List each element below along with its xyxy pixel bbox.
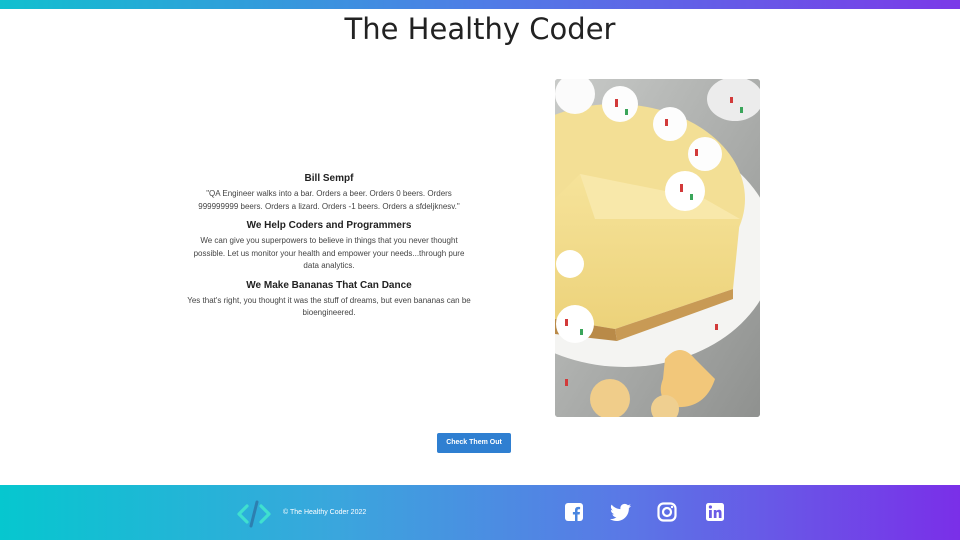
- section-heading-bill-sempf: Bill Sempf: [304, 173, 354, 184]
- facebook-icon[interactable]: [564, 501, 584, 523]
- check-them-out-button[interactable]: Check Them Out: [437, 433, 511, 453]
- section-heading-bananas: We Make Bananas That Can Dance: [246, 279, 412, 291]
- section-body-help-coders: We can give you superpowers to believe i…: [193, 236, 465, 270]
- twitter-icon[interactable]: [610, 501, 632, 523]
- footer-copyright: © The Healthy Coder 2022: [283, 509, 367, 516]
- page-title: The Healthy Coder: [344, 12, 616, 46]
- section-body-bananas: Yes that's right, you thought it was the…: [187, 295, 471, 318]
- code-brackets-logo-icon[interactable]: [236, 496, 272, 532]
- instagram-icon[interactable]: [657, 501, 677, 523]
- section-heading-help-coders: We Help Coders and Programmers: [246, 220, 412, 231]
- footer: © The Healthy Coder 2022: [0, 485, 960, 540]
- section-body-bill-sempf: "QA Engineer walks into a bar. Orders a …: [198, 189, 460, 211]
- linkedin-icon[interactable]: [705, 501, 725, 523]
- cheesecake-illustration: [555, 79, 760, 417]
- cheesecake-photo: [555, 79, 760, 417]
- intro-text-column: Bill Sempf "QA Engineer walks into a bar…: [186, 172, 472, 326]
- top-gradient-bar: [0, 0, 960, 9]
